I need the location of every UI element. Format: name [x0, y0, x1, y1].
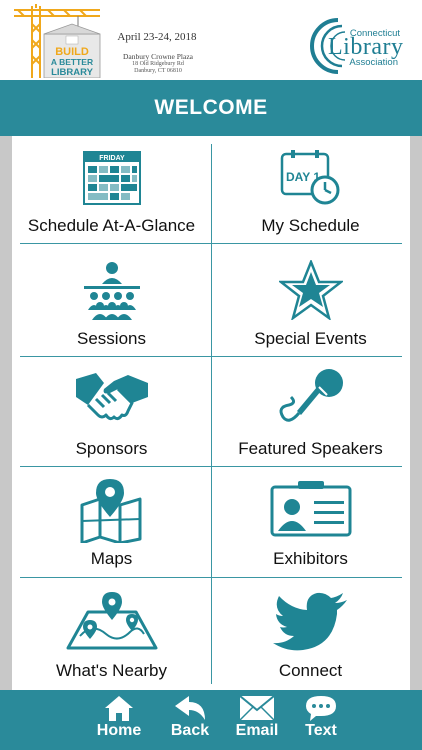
- day-clock-icon: DAY 1: [280, 150, 339, 205]
- nav-label: Back: [170, 722, 210, 739]
- tile-label: My Schedule: [261, 216, 360, 235]
- tile-sessions[interactable]: Sessions: [12, 244, 211, 356]
- event-venue: Danbury Crowne Plaza: [123, 52, 193, 61]
- tile-connect[interactable]: Connect: [211, 578, 410, 690]
- back-arrow-icon: [175, 696, 205, 720]
- twitter-bird-icon: [272, 592, 347, 651]
- tile-label: Featured Speakers: [238, 439, 383, 458]
- nav-text-button[interactable]: Text: [289, 694, 353, 740]
- tile-label: What's Nearby: [56, 661, 167, 680]
- event-street: 18 Old Ridgebury Rd: [132, 61, 184, 67]
- nav-back-button[interactable]: Back: [158, 694, 222, 740]
- tile-exhibitors[interactable]: Exhibitors: [211, 467, 410, 577]
- tile-sponsors[interactable]: Sponsors: [12, 357, 211, 466]
- nav-label: Text: [305, 722, 337, 739]
- tile-label: Sponsors: [75, 439, 148, 458]
- home-icon: [105, 696, 133, 721]
- svg-text:FRIDAY: FRIDAY: [99, 155, 125, 162]
- handshake-icon: [75, 373, 148, 421]
- svg-text:LIBRARY: LIBRARY: [51, 67, 94, 78]
- page-title: WELCOME: [154, 96, 268, 119]
- org-logo-bottom: Association: [349, 57, 398, 68]
- svg-text:A BETTER: A BETTER: [51, 57, 93, 67]
- nav-email-button[interactable]: Email: [225, 694, 289, 740]
- tile-whats-nearby[interactable]: What's Nearby: [12, 578, 211, 690]
- nav-home-button[interactable]: Home: [87, 694, 151, 740]
- tile-label: Maps: [90, 549, 133, 568]
- tile-label: Connect: [278, 661, 343, 680]
- tile-schedule-at-a-glance[interactable]: FRIDAY Schedule At-A-Glance: [12, 136, 211, 243]
- star-icon: [278, 260, 343, 320]
- envelope-icon: [239, 695, 275, 721]
- tile-label: Exhibitors: [273, 549, 348, 568]
- tile-featured-speakers[interactable]: Featured Speakers: [211, 357, 410, 466]
- microphone-icon: [279, 369, 343, 422]
- id-badge-icon: [270, 481, 351, 537]
- tile-my-schedule[interactable]: DAY 1 My Schedule: [211, 136, 410, 243]
- tile-label: Special Events: [254, 329, 367, 348]
- tile-label: Schedule At-A-Glance: [27, 216, 196, 235]
- build-a-better-library-logo: BUILD A BETTER LIBRARY: [14, 4, 101, 78]
- header-banner: BUILD A BETTER LIBRARY April 23-24, 2018…: [0, 0, 422, 80]
- event-date: April 23-24, 2018: [117, 31, 197, 43]
- nav-label: Email: [235, 722, 279, 739]
- event-city: Danbury, CT 06810: [134, 68, 182, 74]
- calendar-icon: FRIDAY: [82, 151, 141, 205]
- tile-special-events[interactable]: Special Events: [211, 244, 410, 356]
- nav-label: Home: [96, 722, 142, 739]
- presenter-icon: [83, 262, 140, 320]
- tile-maps[interactable]: Maps: [12, 467, 211, 577]
- tile-label: Sessions: [77, 329, 146, 348]
- menu-grid: FRIDAY Schedule At-A-Glance DAY 1 My Sch…: [12, 136, 410, 692]
- map-icon: [80, 479, 141, 543]
- nearby-pins-icon: [66, 592, 157, 650]
- chat-bubble-icon: [306, 696, 336, 721]
